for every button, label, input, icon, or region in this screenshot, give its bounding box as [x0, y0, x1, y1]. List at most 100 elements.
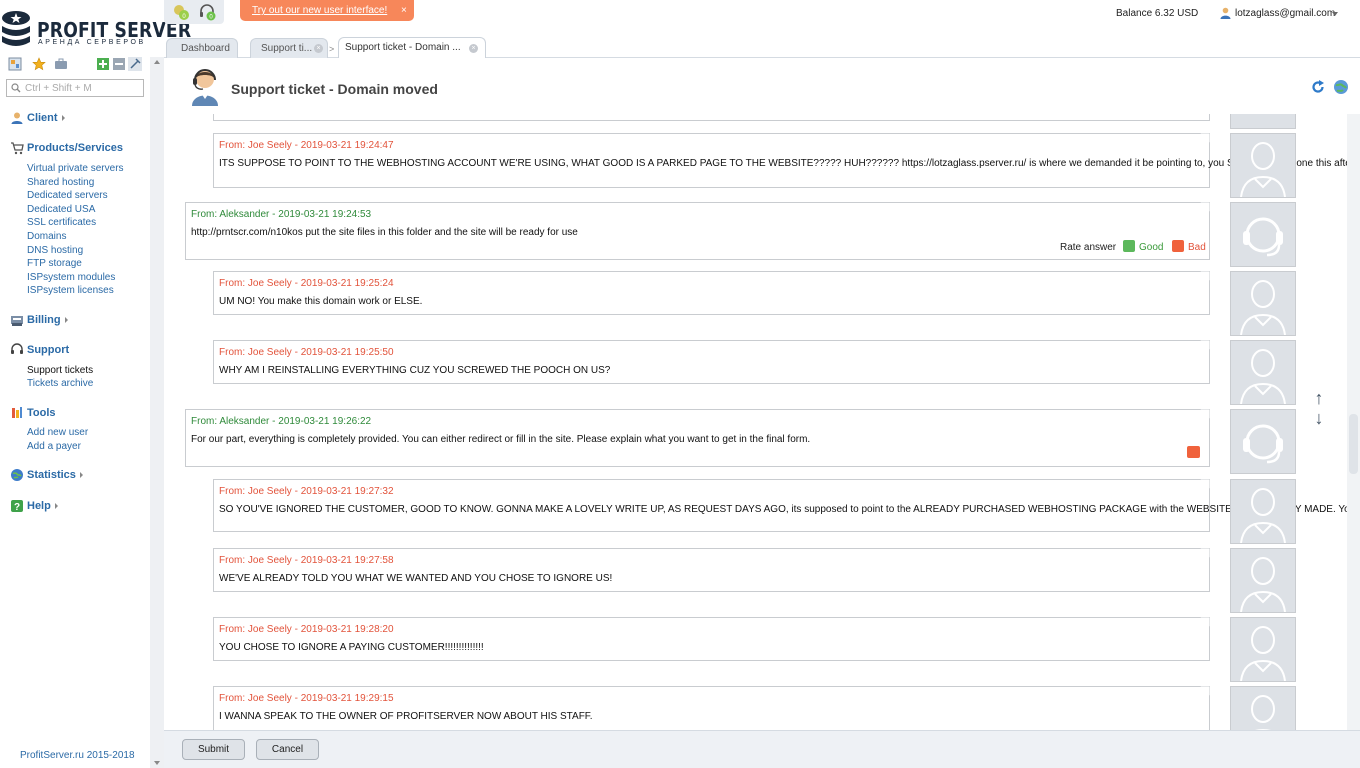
nav-item-tickets-archive[interactable]: Tickets archive [27, 378, 93, 389]
submit-button[interactable]: Submit [182, 739, 245, 760]
scroll-thumb[interactable] [1349, 414, 1358, 474]
user-avatar [1230, 340, 1296, 405]
message-user: From: Joe Seely - 2019-03-21 19:27:58 WE… [213, 548, 1210, 592]
message-user: From: Joe Seely - 2019-03-21 19:29:15 I … [213, 686, 1210, 730]
layout-icon[interactable] [8, 57, 22, 71]
globe-stats-icon [11, 469, 23, 481]
message-body: SO YOU'VE IGNORED THE CUSTOMER, GOOD TO … [219, 504, 1347, 515]
sidebar-scrollbar[interactable] [150, 57, 164, 768]
message-user: From: Joe Seely - 2019-03-21 19:28:20 YO… [213, 617, 1210, 661]
message-corner-icon [1200, 409, 1210, 419]
nav-item-ftp-storage[interactable]: FTP storage [27, 258, 82, 269]
message-body: ITS SUPPOSE TO POINT TO THE WEBHOSTING A… [219, 158, 1347, 169]
support-status-icon[interactable]: 0 [198, 3, 216, 21]
headset-silhouette-icon [1243, 217, 1283, 257]
person-silhouette-icon [1240, 280, 1286, 336]
nav-item-add-user[interactable]: Add new user [27, 427, 88, 438]
page-title: Support ticket - Domain moved [231, 81, 438, 97]
user-icon [11, 112, 23, 124]
nav-item-isp-modules[interactable]: ISPsystem modules [27, 272, 115, 283]
user-avatar [1230, 114, 1296, 129]
refresh-icon[interactable] [1311, 80, 1325, 94]
logo-server-icon [2, 11, 30, 46]
message-user: From: Joe Seely - 2019-03-21 19:27:32 SO… [213, 479, 1347, 532]
nav-tools-label: Tools [27, 407, 56, 419]
message-corner-icon [1200, 202, 1210, 212]
user-email: lotzaglass@gmail.com [1235, 8, 1336, 19]
rate-good-link[interactable]: Good [1139, 242, 1163, 253]
chevron-right-icon [54, 503, 58, 510]
tab-support-tickets[interactable]: Support ti... × [250, 38, 328, 58]
message-staff: From: Aleksander - 2019-03-21 19:24:53 h… [185, 202, 1210, 260]
thumbs-up-icon[interactable] [1123, 240, 1135, 252]
collapse-all-icon[interactable] [112, 57, 126, 71]
message-corner-icon [1200, 271, 1210, 281]
balance-display: Balance 6.32 USD [1116, 8, 1199, 19]
tab-dashboard[interactable]: Dashboard [166, 38, 238, 58]
nav-item-domains[interactable]: Domains [27, 231, 66, 242]
user-avatar [1230, 271, 1296, 336]
expand-all-icon[interactable] [96, 57, 110, 71]
message-author: From: Joe Seely - 2019-03-21 19:24:47 [219, 140, 394, 151]
scroll-up-down-icon[interactable]: ↑ ↓ [1312, 388, 1326, 432]
nav-item-shared-hosting[interactable]: Shared hosting [27, 177, 94, 188]
main-scrollbar[interactable] [1347, 114, 1360, 730]
thumbs-down-icon[interactable] [1172, 240, 1184, 252]
user-avatar [1230, 686, 1296, 730]
nav-support-label: Support [27, 344, 70, 356]
nav-item-support-tickets[interactable]: Support tickets [27, 365, 93, 376]
logo[interactable]: PROFIT SERVER АРЕНДА СЕРВЕРОВ [0, 4, 191, 48]
message-corner-icon [1200, 617, 1210, 627]
message-body: UM NO! You make this domain work or ELSE… [219, 296, 423, 307]
tools-icon [12, 407, 22, 418]
message-author: From: Joe Seely - 2019-03-21 19:25:24 [219, 278, 394, 289]
nav-item-dns-hosting[interactable]: DNS hosting [27, 245, 83, 256]
rate-bad-link[interactable]: Bad [1188, 242, 1206, 253]
tab-label: Support ti... [261, 43, 313, 54]
logo-subtitle: АРЕНДА СЕРВЕРОВ [38, 39, 146, 46]
promo-close-icon[interactable]: × [401, 5, 407, 16]
tab-bar: Dashboard Support ti... × > Support tick… [164, 36, 1360, 59]
pin-icon[interactable] [128, 57, 142, 71]
search-input[interactable] [25, 81, 141, 95]
scroll-down-arrow-icon[interactable] [154, 761, 160, 765]
chevron-right-icon [79, 472, 83, 479]
person-silhouette-icon [1240, 488, 1286, 544]
message-corner-icon [1200, 133, 1210, 143]
scroll-up-arrow-icon[interactable] [154, 60, 160, 64]
globe-icon[interactable] [1333, 79, 1349, 95]
nav-item-vps[interactable]: Virtual private servers [27, 163, 124, 174]
rate-answer: Rate answer Good Bad [1060, 240, 1210, 254]
briefcase-icon[interactable] [54, 57, 68, 71]
nav-item-ssl[interactable]: SSL certificates [27, 217, 96, 228]
rate-answer-label: Rate answer [1060, 242, 1117, 253]
headset-silhouette-icon [1243, 424, 1283, 464]
nav-item-dedicated-servers[interactable]: Dedicated servers [27, 190, 108, 201]
tab-support-ticket-current[interactable]: Support ticket - Domain ... × [338, 37, 486, 59]
message-author: From: Aleksander - 2019-03-21 19:24:53 [191, 209, 372, 220]
tab-close-icon[interactable]: × [469, 44, 478, 53]
user-avatar [1230, 617, 1296, 682]
cancel-button[interactable]: Cancel [256, 739, 319, 760]
coins-icon[interactable]: 0 [172, 3, 190, 21]
message-author: From: Joe Seely - 2019-03-21 19:28:20 [219, 624, 394, 635]
copyright[interactable]: ProfitServer.ru 2015-2018 [20, 750, 135, 761]
star-icon[interactable] [32, 57, 46, 71]
nav-item-add-payer[interactable]: Add a payer [27, 441, 81, 452]
new-ui-promo-link[interactable]: Try out our new user interface! [252, 5, 387, 16]
message-staff: From: Aleksander - 2019-03-21 19:26:22 F… [185, 409, 1210, 467]
headset-icon [11, 343, 23, 354]
staff-avatar [1230, 409, 1296, 474]
message-corner-icon [1200, 340, 1210, 350]
nav-item-isp-licenses[interactable]: ISPsystem licenses [27, 285, 114, 296]
nav-products-label: Products/Services [27, 142, 123, 154]
message-partial [213, 114, 1210, 121]
support-agent-icon [192, 69, 218, 106]
thumbs-down-icon[interactable] [1187, 446, 1200, 458]
tab-close-icon[interactable]: × [314, 44, 323, 53]
help-icon: ? [11, 500, 23, 513]
person-silhouette-icon [1240, 557, 1286, 613]
nav-item-dedicated-usa[interactable]: Dedicated USA [27, 204, 95, 215]
message-body: YOU CHOSE TO IGNORE A PAYING CUSTOMER!!!… [219, 642, 484, 653]
person-silhouette-icon [1240, 142, 1286, 198]
